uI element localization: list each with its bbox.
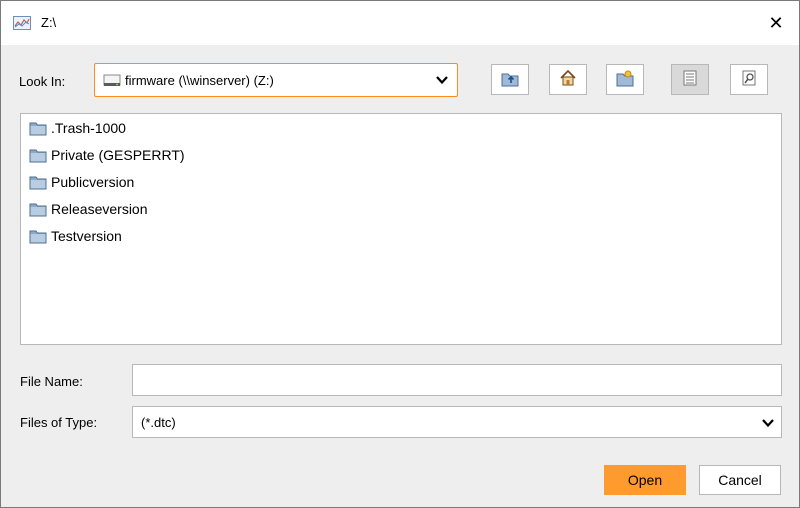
chart-app-icon	[13, 14, 31, 32]
look-in-label: Look In:	[19, 74, 66, 89]
look-in-value: firmware (\\winserver) (Z:)	[125, 73, 274, 88]
dialog-body: Look In: firmware (\\winserver) (Z:) .Tr…	[1, 45, 799, 507]
list-view-button[interactable]	[671, 64, 709, 95]
cancel-button[interactable]: Cancel	[699, 465, 781, 495]
chevron-down-icon	[761, 416, 775, 430]
list-item-label: Testversion	[51, 228, 122, 244]
files-of-type-label: Files of Type:	[20, 415, 98, 430]
new-folder-icon	[615, 68, 635, 91]
folder-icon	[29, 174, 47, 190]
close-icon: ✕	[768, 12, 784, 33]
list-item[interactable]: Releaseversion	[29, 197, 148, 221]
title-bar: Z:\ ✕	[1, 1, 799, 45]
network-drive-icon	[103, 73, 121, 89]
file-chooser-dialog: Z:\ ✕ Look In: firmware (\\winserver) (Z…	[0, 0, 800, 508]
create-new-folder-button[interactable]	[606, 64, 644, 95]
list-item[interactable]: Private (GESPERRT)	[29, 143, 185, 167]
list-item-label: .Trash-1000	[51, 120, 126, 136]
list-view-icon	[680, 68, 700, 91]
list-item[interactable]: Testversion	[29, 224, 122, 248]
folder-icon	[29, 201, 47, 217]
folder-icon	[29, 228, 47, 244]
close-button[interactable]: ✕	[753, 1, 799, 45]
open-button[interactable]: Open	[604, 465, 686, 495]
folder-up-icon	[500, 68, 520, 91]
file-name-label: File Name:	[20, 374, 83, 389]
details-view-icon	[739, 68, 759, 91]
list-item-label: Private (GESPERRT)	[51, 147, 185, 163]
file-name-input[interactable]	[132, 364, 782, 396]
look-in-row: Look In: firmware (\\winserver) (Z:)	[1, 57, 799, 99]
details-view-button[interactable]	[730, 64, 768, 95]
file-list[interactable]: .Trash-1000 Private (GESPERRT) Publicver…	[20, 113, 782, 345]
files-of-type-value: (*.dtc)	[141, 415, 176, 430]
home-button[interactable]	[549, 64, 587, 95]
chevron-down-icon	[435, 73, 449, 87]
folder-icon	[29, 147, 47, 163]
window-title: Z:\	[41, 15, 57, 30]
list-item-label: Releaseversion	[51, 201, 148, 217]
list-item[interactable]: .Trash-1000	[29, 116, 126, 140]
folder-icon	[29, 120, 47, 136]
list-item[interactable]: Publicversion	[29, 170, 134, 194]
list-item-label: Publicversion	[51, 174, 135, 190]
files-of-type-combobox[interactable]: (*.dtc)	[132, 406, 782, 438]
up-one-level-button[interactable]	[491, 64, 529, 95]
home-icon	[558, 68, 578, 91]
look-in-combobox[interactable]: firmware (\\winserver) (Z:)	[94, 63, 458, 97]
